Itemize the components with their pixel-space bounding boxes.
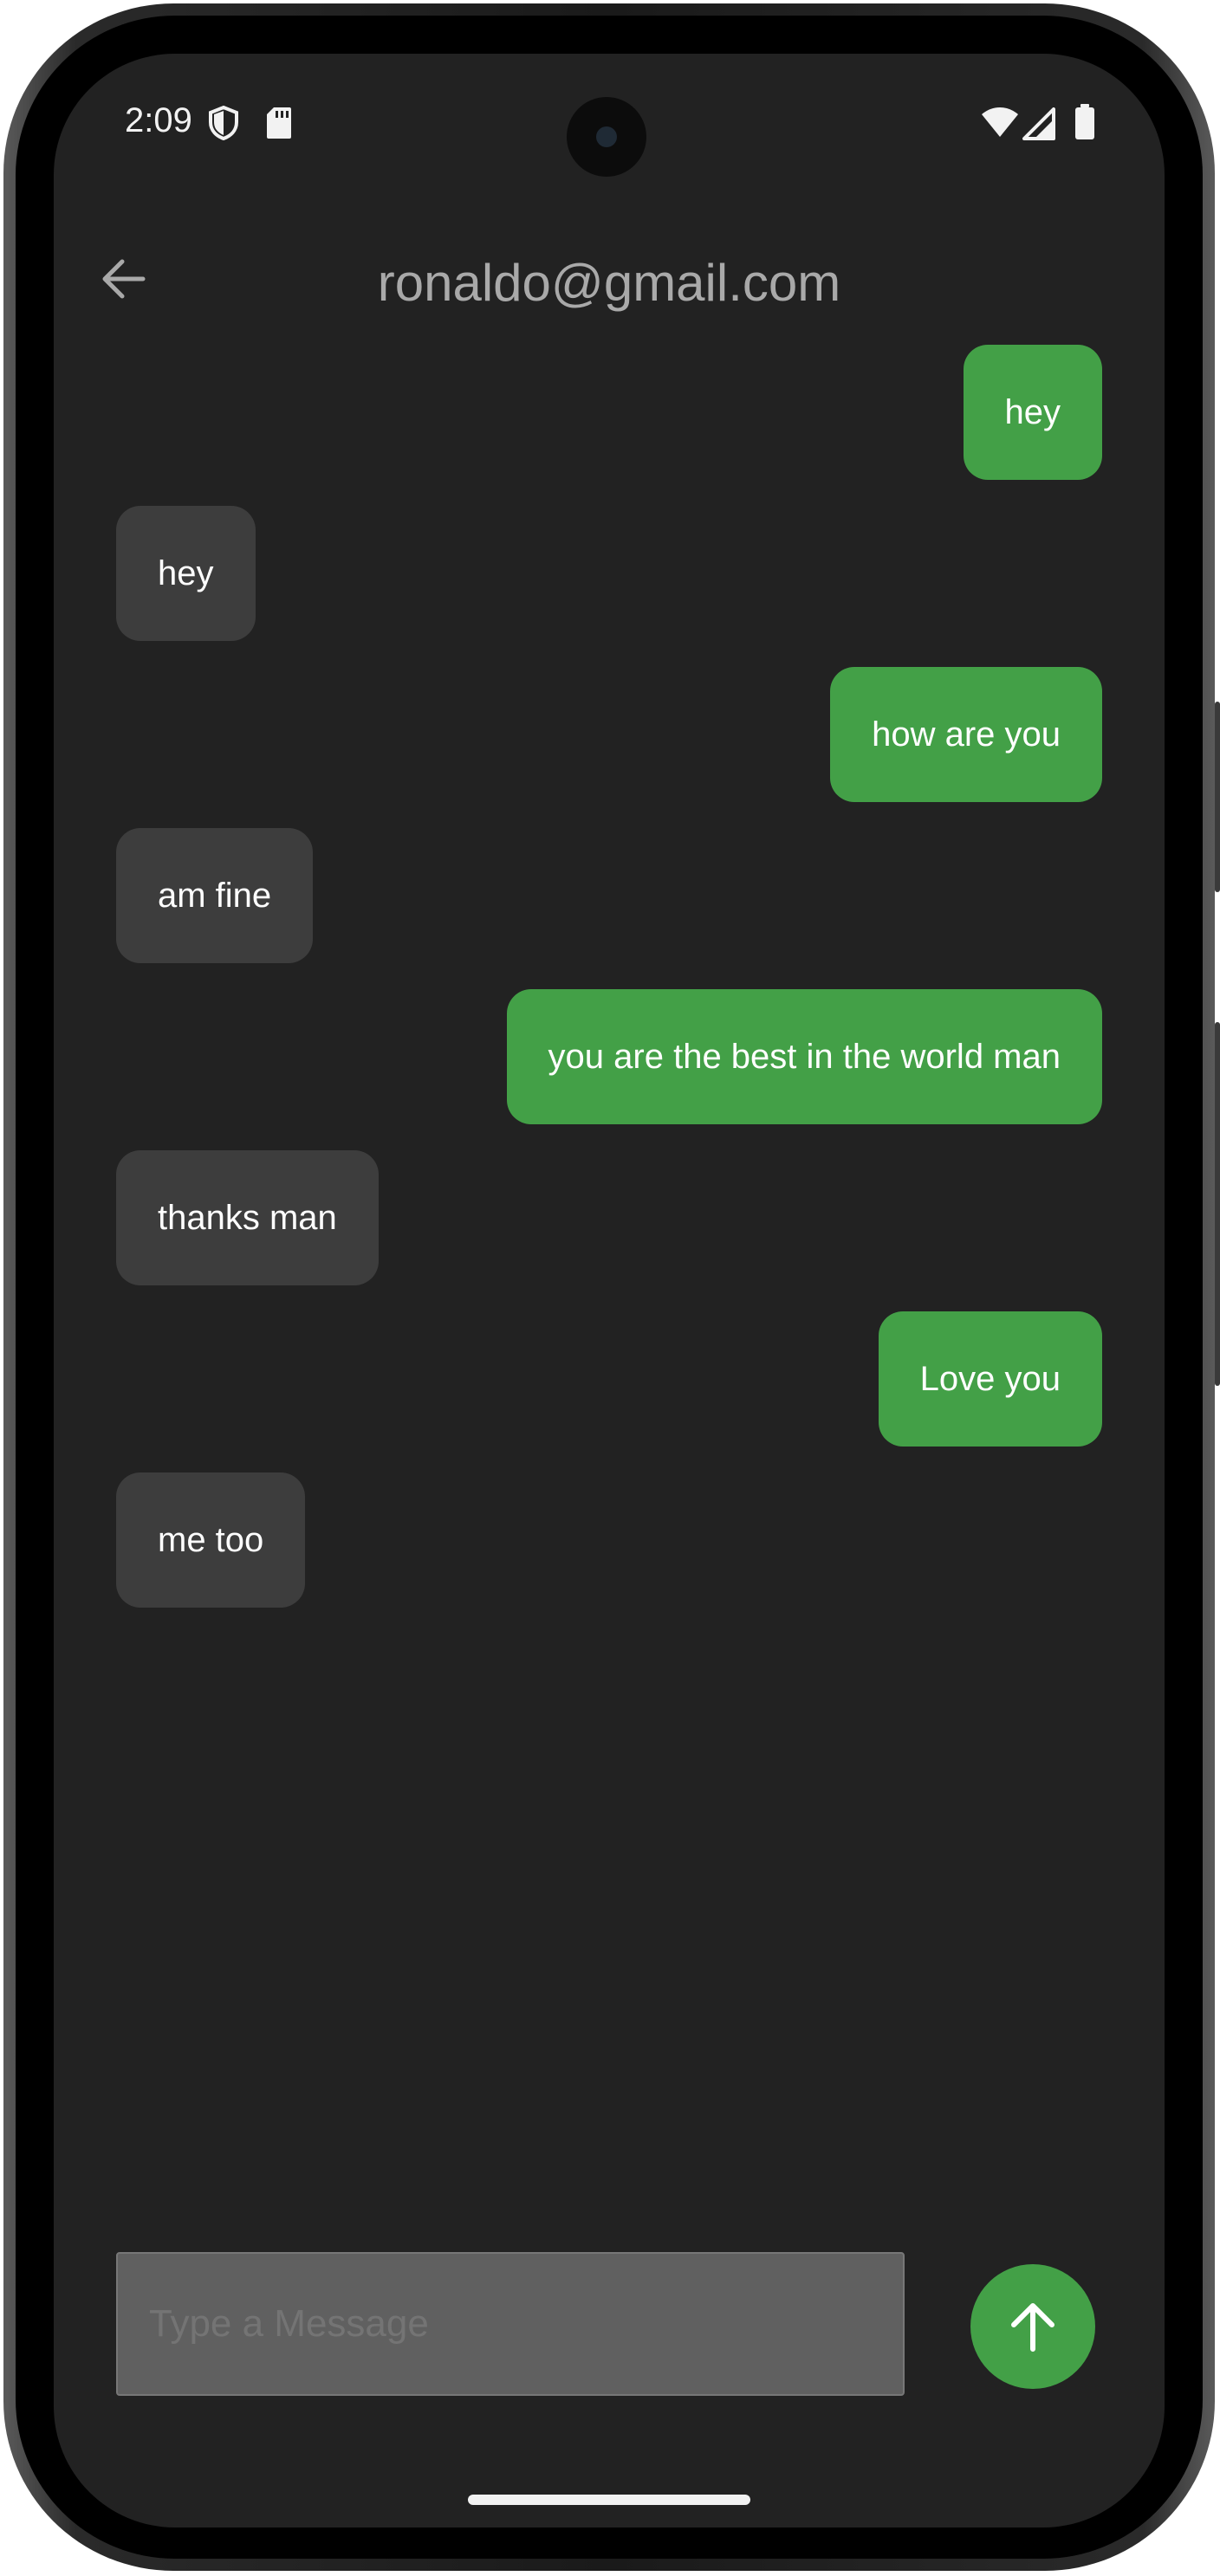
- sent-message-bubble: you are the best in the world man: [506, 989, 1102, 1124]
- sent-message-bubble: hey: [963, 345, 1102, 480]
- received-message-bubble: thanks man: [116, 1150, 379, 1285]
- message-row: Love you: [116, 1311, 1102, 1447]
- send-button[interactable]: [970, 2264, 1095, 2389]
- home-indicator[interactable]: [468, 2495, 750, 2505]
- app-bar: ronaldo@gmail.com: [54, 227, 1165, 331]
- sent-message-bubble: Love you: [878, 1311, 1102, 1447]
- message-input-container: [116, 2252, 905, 2396]
- wifi-icon: [981, 107, 1019, 143]
- status-time: 2:09: [125, 101, 192, 139]
- message-row: how are you: [116, 667, 1102, 802]
- sent-message-bubble: how are you: [830, 667, 1102, 802]
- status-bar: 2:09: [54, 54, 1165, 184]
- received-message-bubble: am fine: [116, 828, 314, 963]
- message-input[interactable]: [118, 2254, 903, 2394]
- power-button: [1215, 1022, 1220, 1386]
- cell-signal-icon: [1022, 107, 1055, 145]
- message-row: you are the best in the world man: [116, 989, 1102, 1124]
- received-message-bubble: hey: [116, 506, 256, 641]
- shield-icon: [208, 105, 239, 145]
- volume-button: [1215, 702, 1220, 892]
- arrow-up-icon: [1011, 2303, 1055, 2352]
- chat-title: ronaldo@gmail.com: [377, 254, 841, 312]
- front-camera: [567, 97, 646, 177]
- message-row: thanks man: [116, 1150, 1102, 1285]
- battery-icon: [1074, 104, 1095, 145]
- message-row: me too: [116, 1472, 1102, 1608]
- message-row: am fine: [116, 828, 1102, 963]
- message-row: hey: [116, 506, 1102, 641]
- received-message-bubble: me too: [116, 1472, 306, 1608]
- sd-card-icon: [265, 106, 293, 145]
- message-row: hey: [116, 345, 1102, 480]
- screen: 2:09 ronaldo@gmail.com hey hey how are y…: [54, 54, 1165, 2527]
- message-list: hey hey how are you am fine you are the …: [116, 345, 1102, 1608]
